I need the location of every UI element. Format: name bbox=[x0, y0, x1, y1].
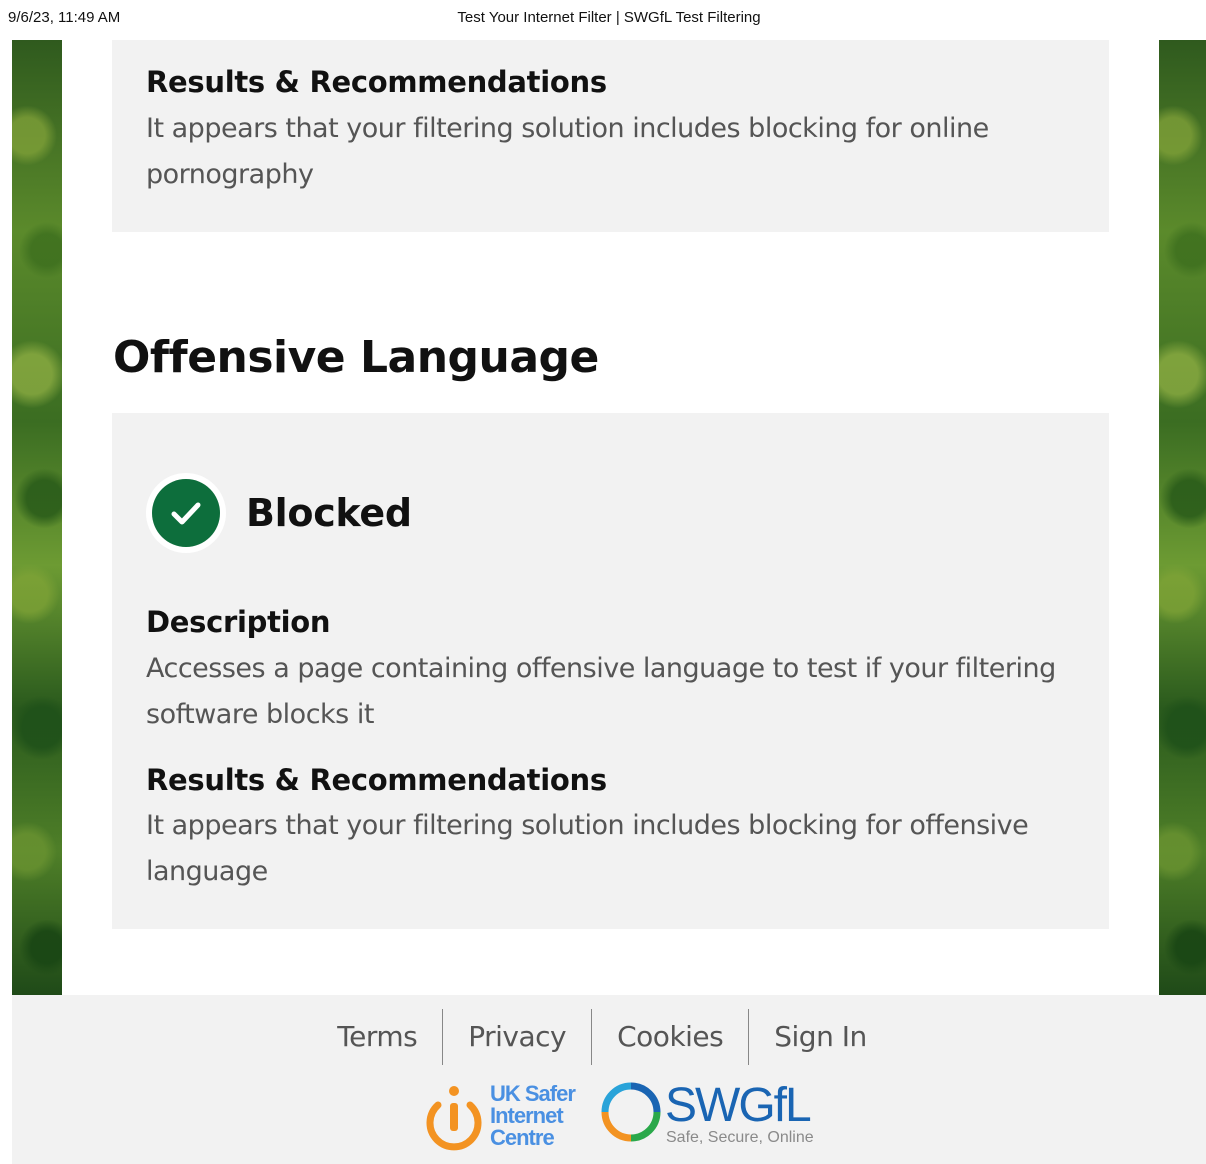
swgfl-tagline: Safe, Secure, Online bbox=[666, 1129, 814, 1146]
results-heading: Results & Recommendations bbox=[146, 763, 607, 797]
status-label: Blocked bbox=[246, 491, 412, 535]
footer-nav: Terms Privacy Cookies Sign In bbox=[12, 1009, 1206, 1065]
previous-result-card: Results & Recommendations It appears tha… bbox=[112, 40, 1109, 232]
swgfl-wordmark: SWGfL bbox=[665, 1079, 812, 1132]
description-heading: Description bbox=[146, 605, 331, 639]
status-badge: Blocked bbox=[146, 473, 412, 553]
uksic-line-2: Internet bbox=[490, 1103, 564, 1128]
results-heading: Results & Recommendations bbox=[146, 65, 607, 99]
cookies-link[interactable]: Cookies bbox=[592, 1009, 750, 1065]
offensive-language-card: Blocked Description Accesses a page cont… bbox=[112, 413, 1109, 929]
swgfl-logo[interactable]: SWGfL Safe, Secure, Online bbox=[600, 1081, 830, 1153]
partner-logos: UK Safer Internet Centre SWGfL Safe, Sec… bbox=[12, 1081, 1206, 1155]
power-icon bbox=[426, 1086, 482, 1151]
check-circle-icon bbox=[146, 473, 226, 553]
footer: Terms Privacy Cookies Sign In UK Safer I… bbox=[12, 995, 1206, 1164]
description-text: Accesses a page containing offensive lan… bbox=[146, 653, 1056, 730]
print-header: 9/6/23, 11:49 AM Test Your Internet Filt… bbox=[0, 0, 1206, 36]
privacy-link[interactable]: Privacy bbox=[443, 1009, 593, 1065]
sign-in-link[interactable]: Sign In bbox=[749, 1009, 891, 1065]
results-text: It appears that your filtering solution … bbox=[146, 113, 989, 190]
background-image-right bbox=[1159, 40, 1206, 995]
print-page-title: Test Your Internet Filter | SWGfL Test F… bbox=[457, 9, 761, 26]
swgfl-ring-icon bbox=[601, 1082, 661, 1142]
background-image-left bbox=[12, 40, 62, 995]
results-text: It appears that your filtering solution … bbox=[146, 810, 1029, 887]
uksic-line-3: Centre bbox=[490, 1125, 555, 1150]
uk-safer-internet-centre-logo[interactable]: UK Safer Internet Centre bbox=[422, 1081, 592, 1153]
uksic-line-1: UK Safer bbox=[490, 1081, 576, 1106]
terms-link[interactable]: Terms bbox=[312, 1009, 444, 1065]
section-title: Offensive Language bbox=[113, 332, 599, 383]
main-content: Results & Recommendations It appears tha… bbox=[62, 40, 1159, 995]
